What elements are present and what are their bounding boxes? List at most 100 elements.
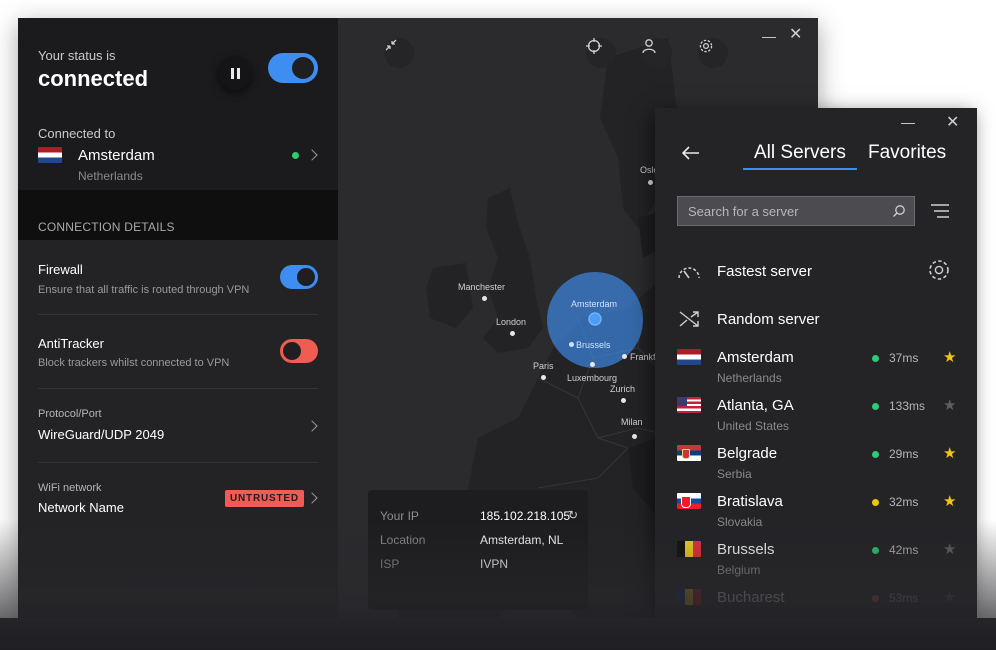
left-panel: Your status is connected Connected to Am… xyxy=(18,18,338,618)
server-row[interactable]: Bucharest 53ms ★ xyxy=(655,589,977,618)
chevron-right-icon xyxy=(306,420,318,432)
antitracker-row: AntiTracker Block trackers whilst connec… xyxy=(18,314,338,389)
server-city: Belgrade xyxy=(717,445,778,462)
firewall-row: Firewall Ensure that all traffic is rout… xyxy=(18,240,338,315)
firewall-toggle[interactable] xyxy=(280,265,318,289)
city-paris: Paris xyxy=(533,361,554,371)
connection-details-header: CONNECTION DETAILS xyxy=(18,190,338,240)
connected-to-label: Connected to xyxy=(38,126,116,141)
server-ping: 133ms xyxy=(889,399,926,413)
be-flag-icon xyxy=(677,541,701,557)
server-city: Bucharest xyxy=(717,589,785,606)
server-row[interactable]: Atlanta, GA United States 133ms ★ xyxy=(655,397,977,445)
antitracker-subtitle: Block trackers whilst connected to VPN xyxy=(38,357,230,369)
server-ping: 29ms xyxy=(889,447,919,461)
random-server-label: Random server xyxy=(717,311,820,328)
search-input[interactable] xyxy=(678,197,914,225)
server-ping: 42ms xyxy=(889,543,919,557)
favorite-star-icon[interactable]: ★ xyxy=(943,492,956,510)
wifi-row[interactable]: WiFi network Network Name UNTRUSTED xyxy=(18,462,338,536)
server-country: United States xyxy=(717,419,790,433)
connected-location[interactable]: Connected to Amsterdam Netherlands xyxy=(18,116,338,190)
firewall-subtitle: Ensure that all traffic is routed throug… xyxy=(38,284,250,296)
search-icon xyxy=(893,205,905,217)
city-zurich: Zurich xyxy=(610,384,636,394)
server-row[interactable]: Bratislava Slovakia 32ms ★ xyxy=(655,493,977,541)
back-arrow-icon[interactable] xyxy=(681,144,701,167)
city-brussels: Brussels xyxy=(576,340,611,350)
location-value: Amsterdam, NL xyxy=(480,533,564,547)
chevron-right-icon xyxy=(306,492,318,504)
antitracker-toggle[interactable] xyxy=(280,339,318,363)
latency-status-dot xyxy=(872,499,879,506)
favorite-star-icon[interactable]: ★ xyxy=(943,348,956,366)
server-country: Slovakia xyxy=(717,515,763,529)
latency-status-dot xyxy=(872,595,879,602)
latency-status-dot xyxy=(872,451,879,458)
close-icon[interactable]: ✕ xyxy=(789,24,802,44)
status-label: Your status is xyxy=(38,48,116,63)
server-row[interactable]: Amsterdam Netherlands 37ms ★ xyxy=(655,349,977,397)
minimize-icon[interactable]: — xyxy=(762,28,776,44)
server-city: Brussels xyxy=(717,541,775,558)
fastest-server-label: Fastest server xyxy=(717,263,813,280)
account-icon[interactable] xyxy=(642,38,672,68)
fastest-server-row[interactable]: Fastest server xyxy=(655,260,977,311)
current-location-marker xyxy=(588,312,602,326)
close-icon[interactable]: ✕ xyxy=(946,112,959,132)
favorite-star-icon[interactable]: ★ xyxy=(943,396,956,414)
background-bar xyxy=(0,618,996,650)
collapse-icon[interactable] xyxy=(384,38,414,68)
antitracker-title: AntiTracker xyxy=(38,336,104,351)
server-row[interactable]: Brussels Belgium 42ms ★ xyxy=(655,541,977,589)
untrusted-badge: UNTRUSTED xyxy=(225,490,304,507)
server-city: Amsterdam xyxy=(717,349,794,366)
tab-all-servers[interactable]: All Servers xyxy=(754,142,846,164)
city-london: London xyxy=(496,317,527,327)
favorite-star-icon[interactable]: ★ xyxy=(943,540,956,558)
speedometer-icon xyxy=(678,267,700,279)
server-ping: 37ms xyxy=(889,351,919,365)
nl-flag-icon xyxy=(677,349,701,365)
tab-favorites[interactable]: Favorites xyxy=(868,142,946,164)
status-dot xyxy=(292,152,299,159)
protocol-value: WireGuard/UDP 2049 xyxy=(38,427,165,442)
firewall-title: Firewall xyxy=(38,262,83,277)
settings-gear-icon[interactable] xyxy=(927,258,951,282)
favorite-star-icon[interactable]: ★ xyxy=(943,444,956,462)
settings-gear-icon[interactable] xyxy=(698,38,728,68)
wifi-network-name: Network Name xyxy=(38,500,124,515)
server-country: Serbia xyxy=(717,467,752,481)
wifi-label: WiFi network xyxy=(38,482,102,494)
search-box xyxy=(677,196,915,226)
netherlands-flag-icon xyxy=(38,147,62,163)
minimize-icon[interactable]: — xyxy=(901,114,915,130)
us-flag-icon xyxy=(677,397,701,413)
city-amsterdam: Amsterdam xyxy=(571,299,618,309)
crosshair-icon[interactable] xyxy=(586,38,616,68)
pause-button[interactable] xyxy=(218,56,252,90)
chevron-right-icon xyxy=(306,149,318,161)
latency-status-dot xyxy=(872,355,879,362)
servers-window: — ✕ All Servers Favorites Fastest server… xyxy=(655,108,977,618)
connection-details-label: CONNECTION DETAILS xyxy=(38,220,175,234)
sk-flag-icon xyxy=(677,493,701,509)
server-row[interactable]: Belgrade Serbia 29ms ★ xyxy=(655,445,977,493)
ip-label: Your IP xyxy=(380,509,419,523)
sort-filter-icon[interactable] xyxy=(931,204,949,218)
protocol-label: Protocol/Port xyxy=(38,408,102,420)
ip-value: 185.102.218.105 xyxy=(480,509,571,523)
refresh-icon[interactable]: ↻ xyxy=(568,508,578,522)
latency-status-dot xyxy=(872,403,879,410)
location-label: Location xyxy=(380,533,426,547)
ro-flag-icon xyxy=(677,589,701,605)
server-city: Bratislava xyxy=(717,493,783,510)
city-frankfurt: Frankf xyxy=(630,352,656,362)
city-milan: Milan xyxy=(621,417,643,427)
connected-country: Netherlands xyxy=(78,169,143,183)
rs-flag-icon xyxy=(677,445,701,461)
protocol-row[interactable]: Protocol/Port WireGuard/UDP 2049 xyxy=(18,388,338,463)
favorite-star-icon[interactable]: ★ xyxy=(943,588,956,606)
server-ping: 53ms xyxy=(889,591,919,605)
connection-toggle[interactable] xyxy=(268,53,318,83)
